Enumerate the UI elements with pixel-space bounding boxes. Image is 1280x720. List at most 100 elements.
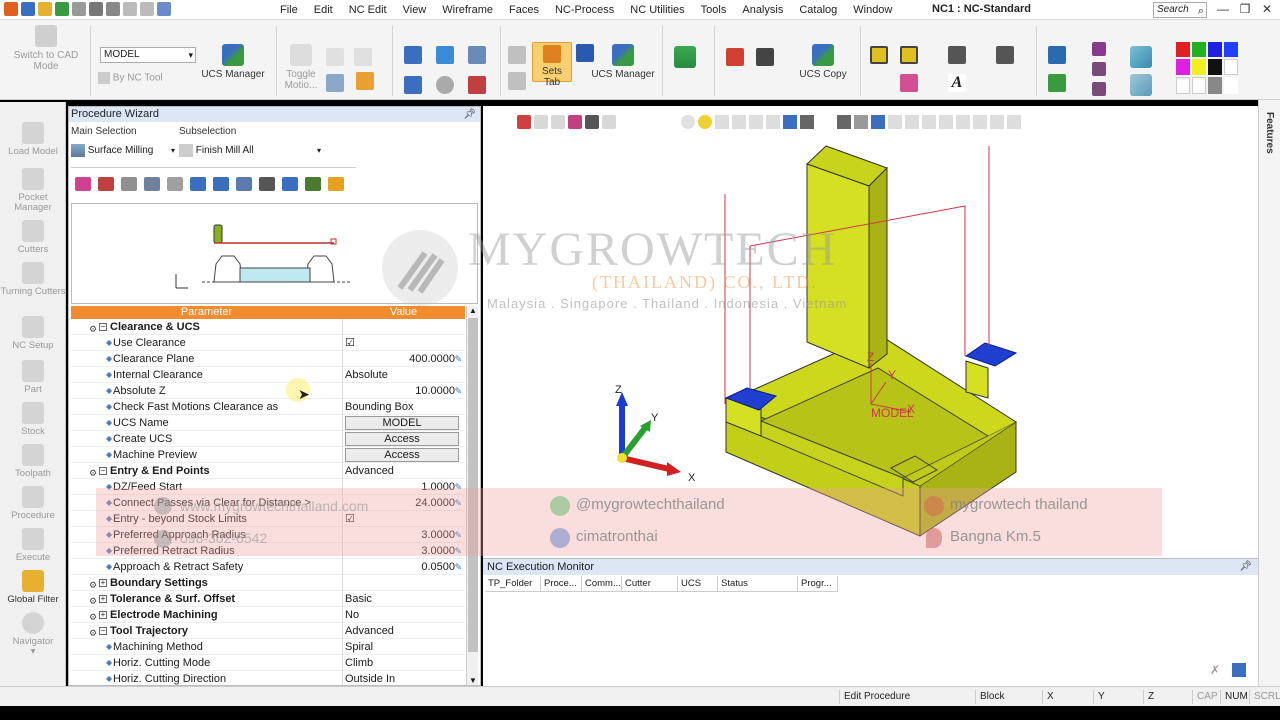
stock-button[interactable]: Stock	[0, 402, 66, 437]
column-comment[interactable]: Comm...	[582, 576, 622, 592]
ucs-manager-2-button[interactable]: UCS Manager	[590, 44, 656, 80]
model-select[interactable]: MODEL ▾	[100, 47, 196, 63]
edit-pencil-icon[interactable]: ✎	[454, 495, 462, 511]
parameter-row[interactable]: ◆ Machining Method Spiral	[71, 639, 465, 655]
parameter-value[interactable]: Advanced	[342, 463, 465, 479]
cutter-icon[interactable]	[98, 177, 114, 191]
measure-icon[interactable]	[996, 46, 1014, 64]
toolpath-button[interactable]: Toolpath	[0, 444, 66, 479]
parameter-group-row[interactable]: ⚙ − Tool Trajectory Advanced	[71, 623, 465, 639]
properties-icon[interactable]	[89, 2, 103, 16]
load-template-icon[interactable]	[282, 177, 298, 191]
view-2-icon[interactable]	[1092, 62, 1106, 76]
edit-pencil-icon[interactable]: ✎	[454, 527, 462, 543]
switch-to-cad-button[interactable]: Switch to CAD Mode	[10, 25, 82, 72]
parameter-button[interactable]: Access	[345, 448, 459, 462]
stock-icon[interactable]	[356, 72, 374, 90]
color-swatch[interactable]	[1192, 58, 1206, 76]
parameter-value[interactable]: 0.0500 ✎	[342, 559, 465, 575]
edit-pencil-icon[interactable]: ✎	[454, 351, 462, 367]
info-icon[interactable]	[436, 76, 454, 94]
column-cutter[interactable]: Cutter	[622, 576, 678, 592]
toggle-motion-button[interactable]: Toggle Motio...	[280, 44, 322, 91]
menu-nc-process[interactable]: NC-Process	[547, 3, 622, 18]
parameter-row[interactable]: ◆ Clearance Plane 400.0000 ✎	[71, 351, 465, 367]
parameter-row[interactable]: ◆ Machine Preview Access	[71, 447, 465, 463]
geometry-icon[interactable]	[121, 177, 137, 191]
ucs-select-icon[interactable]	[190, 177, 206, 191]
color-swatch[interactable]	[1208, 58, 1222, 76]
parameter-checkbox[interactable]: ☑	[345, 337, 355, 349]
parameter-value[interactable]: ☑	[342, 335, 465, 351]
subselection-dropdown[interactable]: Finish Mill All ▾	[179, 143, 323, 159]
window-icon[interactable]	[404, 46, 422, 64]
close-button[interactable]: ✕	[1256, 1, 1278, 18]
collapse-icon[interactable]: −	[99, 323, 107, 331]
parameter-row[interactable]: ◆ Internal Clearance Absolute	[71, 367, 465, 383]
frame-icon[interactable]	[900, 46, 918, 64]
parameter-row[interactable]: ◆ UCS Name MODEL	[71, 415, 465, 431]
holder-icon[interactable]	[354, 48, 372, 66]
color-swatch[interactable]	[1208, 42, 1222, 57]
color-swatch[interactable]	[1176, 42, 1190, 57]
cube-2-icon[interactable]	[1130, 74, 1152, 96]
parameter-row[interactable]: ◆ Create UCS Access	[71, 431, 465, 447]
pin-icon[interactable]: 📌︎	[1239, 559, 1252, 575]
scrollbar-thumb[interactable]	[468, 318, 478, 652]
collapse-icon[interactable]: −	[99, 467, 107, 475]
color-swatch[interactable]	[1224, 42, 1238, 57]
parameter-value[interactable]: Advanced	[342, 623, 465, 639]
parameter-button[interactable]: Access	[345, 432, 459, 446]
navigator-button[interactable]: Navigator ▾	[0, 612, 66, 657]
repeat-icon[interactable]	[140, 2, 154, 16]
view-icon[interactable]	[1092, 42, 1106, 56]
sets-tab-button[interactable]: Sets Tab	[532, 42, 572, 88]
new-icon[interactable]	[21, 2, 35, 16]
save-icon[interactable]	[55, 2, 69, 16]
parameter-value[interactable]: No	[342, 607, 465, 623]
parameter-value[interactable]: 3.0000 ✎	[342, 527, 465, 543]
parameter-value[interactable]: MODEL	[342, 415, 465, 431]
execute-button[interactable]: Execute	[0, 528, 66, 563]
zoom-fit-icon[interactable]	[1048, 74, 1066, 92]
parameter-value[interactable]: Outside In	[342, 671, 465, 685]
parameter-row[interactable]: ◆ Use Clearance ☑	[71, 335, 465, 351]
apply-icon[interactable]	[305, 177, 321, 191]
expand-icon[interactable]: +	[99, 611, 107, 619]
menu-tools[interactable]: Tools	[693, 3, 735, 18]
parameter-row[interactable]: ◆ Preferred Retract Radius 3.0000 ✎	[71, 543, 465, 559]
dimension-icon[interactable]	[948, 46, 966, 64]
column-procedure[interactable]: Proce...	[541, 576, 582, 592]
scroll-down-icon[interactable]: ▼	[469, 676, 477, 685]
parameter-checkbox[interactable]: ☑	[345, 513, 355, 525]
sketch-icon[interactable]	[726, 48, 744, 66]
scroll-up-icon[interactable]: ▲	[469, 306, 477, 315]
menu-catalog[interactable]: Catalog	[791, 3, 845, 18]
color-swatch[interactable]	[1208, 77, 1222, 94]
pin-icon[interactable]: 📌︎	[463, 107, 476, 122]
save-template-icon[interactable]	[259, 177, 275, 191]
parameter-row[interactable]: ◆ Absolute Z 10.0000 ✎	[71, 383, 465, 399]
parameter-row[interactable]: ◆ Connect Passes via Clear for Distance >…	[71, 495, 465, 511]
parameter-group-row[interactable]: ⚙ − Clearance & UCS	[71, 319, 465, 335]
part-button[interactable]: Part	[0, 360, 66, 395]
global-filter-button[interactable]: Global Filter	[0, 570, 66, 605]
parameter-group-row[interactable]: ⚙ + Boundary Settings	[71, 575, 465, 591]
features-tab[interactable]: Features	[1264, 112, 1275, 154]
app-icon[interactable]	[4, 2, 18, 16]
parameter-button[interactable]: MODEL	[345, 416, 459, 430]
ucs-manager-button[interactable]: UCS Manager	[200, 44, 266, 80]
pocket-manager-button[interactable]: Pocket Manager	[0, 168, 66, 213]
expand-icon[interactable]: +	[99, 579, 107, 587]
parameter-value[interactable]	[342, 319, 465, 335]
color-swatch[interactable]	[1176, 77, 1190, 94]
motion-params-icon[interactable]	[167, 177, 183, 191]
parameter-value[interactable]: Climb	[342, 655, 465, 671]
parameter-value[interactable]: Basic	[342, 591, 465, 607]
filter-icon[interactable]	[508, 46, 526, 64]
parameter-scrollbar[interactable]: ▲ ▼	[466, 306, 478, 685]
zoom-icon[interactable]	[1048, 46, 1066, 64]
turning-cutters-button[interactable]: Turning Cutters	[0, 262, 66, 297]
column-status[interactable]: Status	[718, 576, 798, 592]
edit-pencil-icon[interactable]: ✎	[454, 479, 462, 495]
